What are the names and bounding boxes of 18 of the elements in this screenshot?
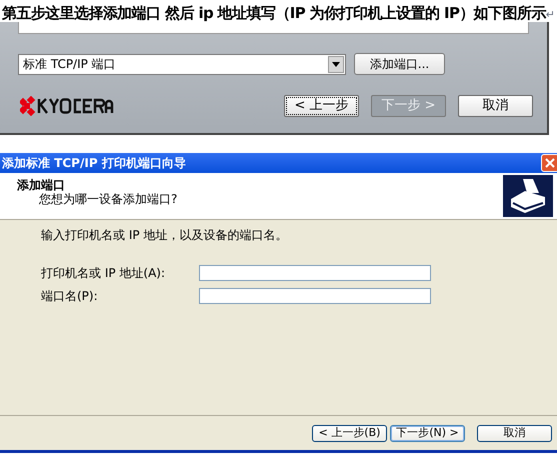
- field-label: 端口名(P):: [41, 288, 99, 305]
- paragraph-mark: ↵: [546, 8, 555, 22]
- field-label: 打印机名或 IP 地址(A):: [41, 265, 166, 282]
- header-title: 添加端口: [17, 178, 66, 192]
- wizard-nav-button[interactable]: < 上一步: [284, 95, 359, 117]
- close-icon[interactable]: [541, 154, 557, 172]
- input-field[interactable]: [199, 288, 431, 304]
- add-port-button[interactable]: 添加端口...: [354, 53, 445, 75]
- wizard-nav-button[interactable]: 取消: [458, 95, 533, 117]
- wizard-button[interactable]: 下一步(N) >: [390, 424, 465, 442]
- instruction-text: 输入打印机名或 IP 地址，以及设备的端口名。: [41, 228, 288, 242]
- port-dropdown[interactable]: 标准 TCP/IP 端口: [18, 54, 346, 74]
- wizard-button[interactable]: < 上一步(B): [312, 424, 387, 442]
- header-subtitle: 您想为哪一设备添加端口?: [38, 192, 178, 206]
- window-title: 添加标准 TCP/IP 打印机端口向导: [1, 155, 186, 172]
- instruction-heading: 第五步这里选择添加端口 然后 ip 地址填写（IP 为你打印机上设置的 IP）如下图所示: [2, 4, 546, 22]
- input-field[interactable]: [199, 265, 431, 281]
- wizard-button[interactable]: 取消: [477, 424, 552, 442]
